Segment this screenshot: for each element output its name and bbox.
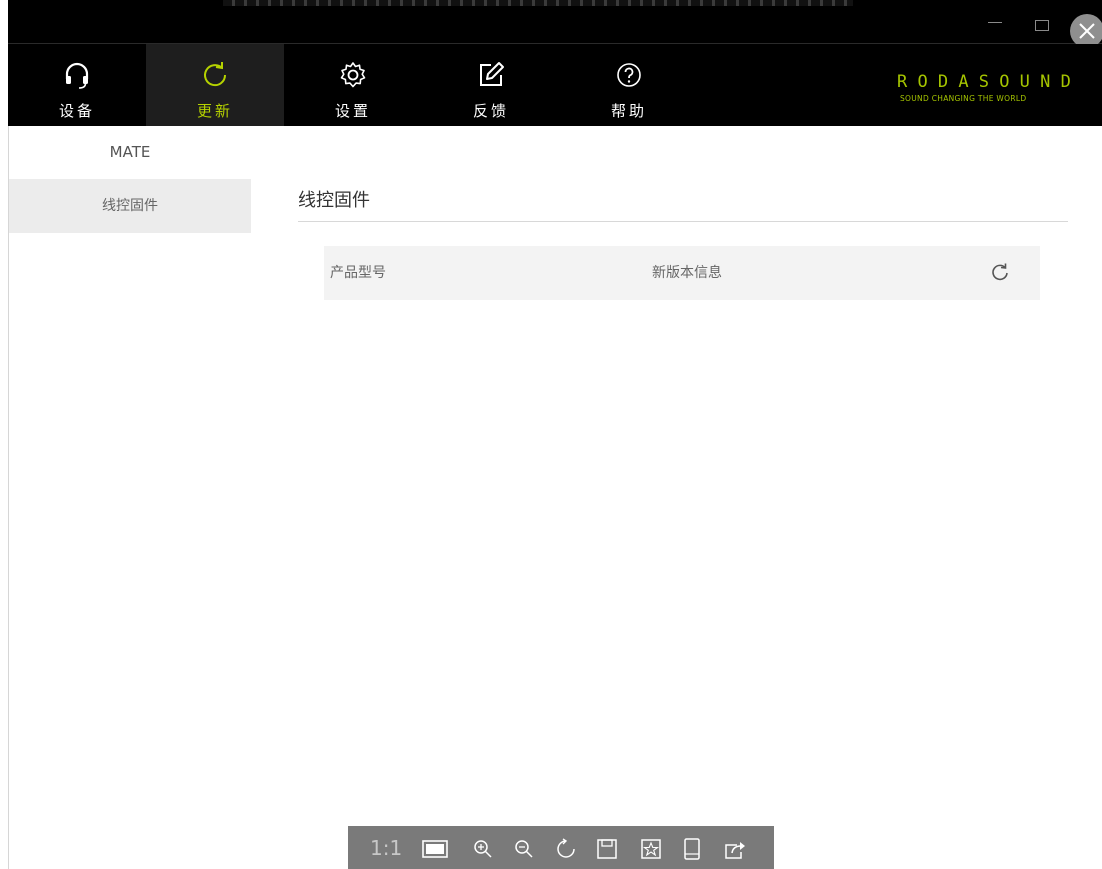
nav-item-feedback[interactable]: 反馈: [422, 44, 560, 126]
nav-label-feedback: 反馈: [472, 102, 509, 120]
sidebar-item-remote-firmware[interactable]: 线控固件: [9, 179, 251, 233]
minimize-icon[interactable]: [988, 22, 1002, 23]
nav-item-settings[interactable]: 设置: [284, 44, 422, 126]
close-icon: [1079, 23, 1095, 39]
sidebar: MATE 线控固件: [8, 126, 251, 869]
nav-item-device[interactable]: 设备: [8, 44, 146, 126]
help-icon: [617, 63, 641, 87]
refresh-icon: [204, 62, 227, 87]
nav-label-help: 帮助: [610, 102, 647, 120]
divider: [298, 221, 1068, 222]
zoom-out-icon[interactable]: [513, 838, 535, 860]
zoom-in-icon[interactable]: [472, 838, 494, 860]
headset-icon: [65, 62, 89, 89]
tablet-icon[interactable]: [681, 838, 703, 860]
svg-text:RODASOUND: RODASOUND: [897, 72, 1073, 90]
viewer-toolbar: 1:1: [348, 826, 774, 869]
column-header-model: 产品型号: [330, 265, 386, 281]
rotate-icon[interactable]: [555, 838, 577, 860]
brand-tagline: SOUND CHANGING THE WORLD: [900, 94, 1027, 103]
main-nav: 设备 更新 设置 反馈 帮助 RODASOUND SOUND CHANGING …: [8, 44, 1102, 126]
sidebar-header: MATE: [109, 143, 151, 161]
maximize-icon[interactable]: [1035, 20, 1049, 31]
actual-size-button[interactable]: 1:1: [370, 836, 402, 860]
close-button[interactable]: [1070, 14, 1102, 48]
bookmark-icon[interactable]: [640, 838, 662, 860]
nav-item-update[interactable]: 更新: [146, 44, 284, 126]
gear-icon: [340, 62, 366, 88]
refresh-icon[interactable]: [990, 263, 1010, 283]
title-bar: [8, 0, 1102, 44]
share-icon[interactable]: [723, 838, 747, 860]
firmware-table-header: 产品型号 新版本信息: [324, 246, 1040, 300]
window-title: [223, 0, 853, 6]
nav-item-help[interactable]: 帮助: [560, 44, 698, 126]
nav-label-update: 更新: [196, 102, 233, 120]
brand-logo: RODASOUND: [897, 72, 1073, 90]
column-header-version-info: 新版本信息: [652, 265, 722, 281]
nav-label-device: 设备: [58, 102, 95, 120]
page-title: 线控固件: [298, 190, 370, 211]
edit-icon: [480, 62, 504, 86]
fit-window-icon[interactable]: [420, 838, 450, 860]
nav-label-settings: 设置: [334, 102, 371, 120]
save-icon[interactable]: [596, 838, 618, 860]
